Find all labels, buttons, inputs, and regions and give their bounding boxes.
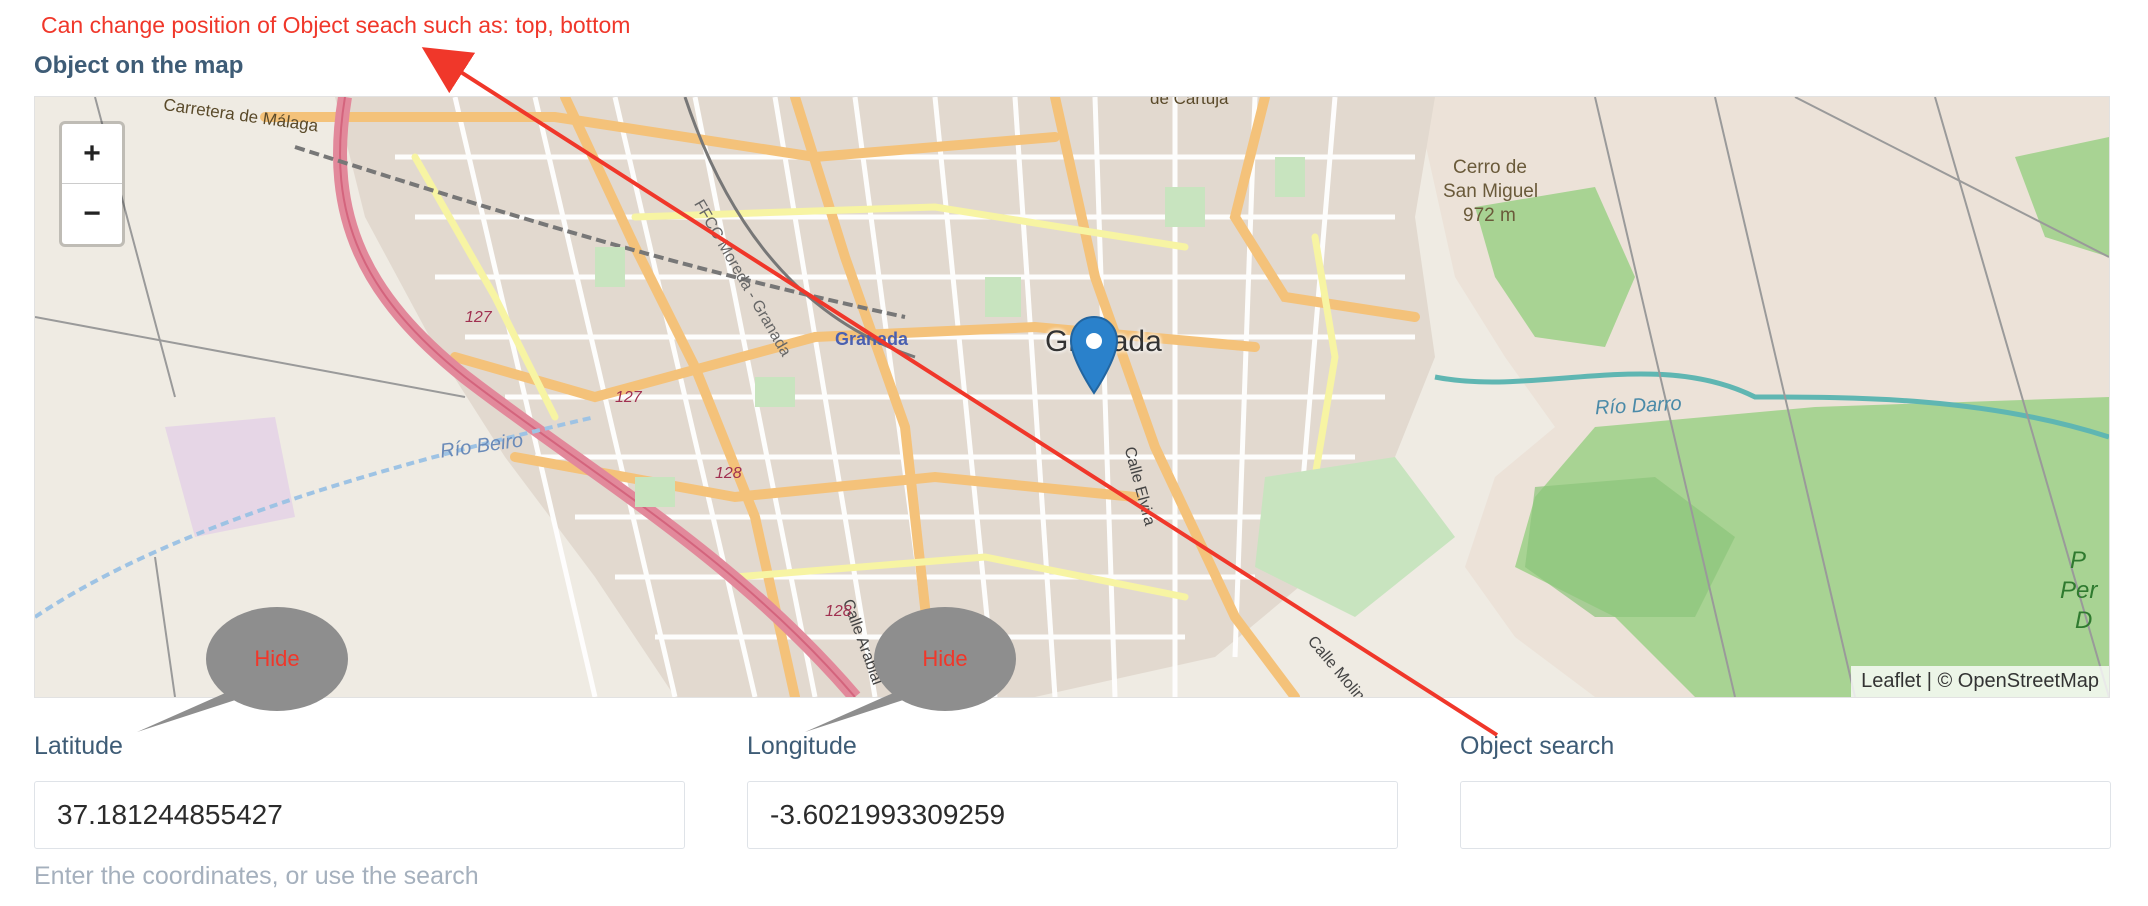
zoom-out-button[interactable]: − (62, 183, 122, 243)
longitude-input[interactable] (747, 781, 1398, 849)
annotation-note: Can change position of Object seach such… (41, 12, 631, 38)
hide-callout-longitude: Hide (874, 607, 1016, 711)
object-search-label: Object search (1460, 732, 1615, 760)
map-label-road-127a: 127 (465, 309, 492, 326)
latitude-input[interactable] (34, 781, 685, 849)
hide-callout-latitude: Hide (206, 607, 348, 711)
zoom-in-button[interactable]: + (62, 124, 122, 183)
map-tiles[interactable] (35, 97, 2109, 697)
map-label-rio-darro: Río Darro (1594, 392, 1683, 420)
map-pin-icon[interactable] (1068, 315, 1120, 395)
map-label-san-miguel: San Miguel (1443, 181, 1539, 202)
map-label-road-128b: 128 (825, 603, 852, 620)
section-title: Object on the map (34, 52, 244, 79)
map-label-edge-1: P (2070, 547, 2087, 574)
leaflet-link[interactable]: Leaflet (1861, 670, 1921, 692)
attribution-separator: | © (1921, 670, 1958, 692)
map-container[interactable]: Carretera de Málaga de Cartuja Granada F… (34, 96, 2110, 698)
map-label-elevation: 972 m (1463, 205, 1516, 226)
object-search-input[interactable] (1460, 781, 2111, 849)
zoom-control: + − (59, 121, 125, 247)
openstreetmap-link[interactable]: OpenStreetMap (1958, 670, 2099, 692)
map-label-cartuja: de Cartuja (1150, 96, 1229, 108)
help-text: Enter the coordinates, or use the search (34, 862, 479, 890)
map-label-edge-3: D (2075, 607, 2093, 634)
longitude-label: Longitude (747, 732, 857, 760)
map-label-edge-2: Per (2060, 577, 2098, 604)
map-label-station: Granada (835, 329, 909, 349)
latitude-label: Latitude (34, 732, 123, 760)
map-label-cerro: Cerro de (1453, 157, 1527, 178)
map-label-road-128a: 128 (715, 465, 742, 482)
map-label-road-127b: 127 (615, 389, 642, 406)
map-attribution: Leaflet | © OpenStreetMap (1851, 666, 2109, 697)
